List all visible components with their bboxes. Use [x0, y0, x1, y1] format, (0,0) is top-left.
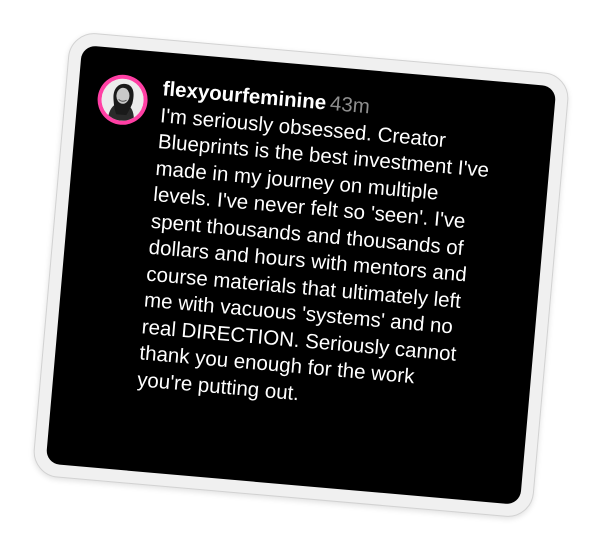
comment-text-block: flexyourfeminine43m I'm seriously obsess… [136, 76, 532, 425]
stage: flexyourfeminine43m I'm seriously obsess… [0, 0, 600, 548]
comment-card-body: flexyourfeminine43m I'm seriously obsess… [45, 45, 557, 505]
comment-card: flexyourfeminine43m I'm seriously obsess… [31, 30, 571, 520]
profile-photo-icon [99, 77, 146, 123]
timestamp: 43m [329, 91, 371, 119]
avatar[interactable] [95, 72, 150, 127]
